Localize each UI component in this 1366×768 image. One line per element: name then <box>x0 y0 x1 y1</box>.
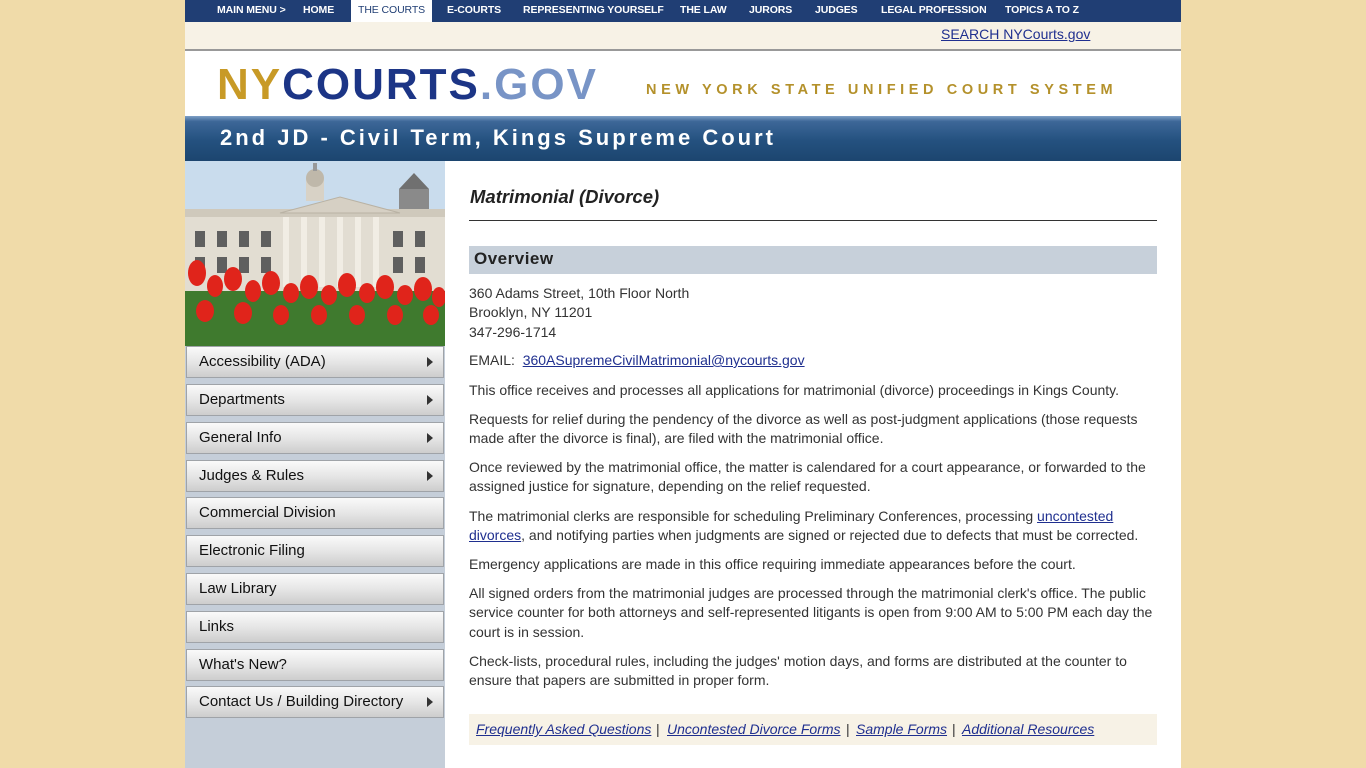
nav-the-law[interactable]: THE LAW <box>680 0 727 22</box>
sidebar-item-label: General Info <box>199 429 282 446</box>
title-divider <box>469 220 1157 221</box>
nav-main-menu[interactable]: MAIN MENU > <box>217 0 286 22</box>
nav-home[interactable]: HOME <box>303 0 334 22</box>
paragraph-4-text-end: , and notifying parties when judgments a… <box>521 527 1139 544</box>
sidebar-item-label: Contact Us / Building Directory <box>199 693 404 710</box>
courthouse-photo <box>185 161 445 346</box>
sidebar-item-label: Accessibility (ADA) <box>199 353 326 370</box>
chevron-right-icon <box>427 433 433 443</box>
sidebar-item-judges-rules[interactable]: Judges & Rules <box>186 460 444 492</box>
sidebar-item-label: Judges & Rules <box>199 467 305 484</box>
sidebar-item-label: What's New? <box>199 656 287 673</box>
paragraph-2: Requests for relief during the pendency … <box>469 411 1138 447</box>
address-block: 360 Adams Street, 10th Floor North Brook… <box>469 284 1157 342</box>
logo-courts: COURTS <box>282 60 480 109</box>
paragraph-6: All signed orders from the matrimonial j… <box>469 585 1153 640</box>
sidebar-item-label: Links <box>199 618 235 635</box>
site-logo[interactable]: NYCOURTS.GOV <box>217 60 598 110</box>
sidebar-item-general-info[interactable]: General Info <box>186 422 444 454</box>
sample-forms-link[interactable]: Sample Forms <box>856 721 947 737</box>
sidebar-item-label: Law Library <box>199 580 277 597</box>
sidebar-item-electronic-filing[interactable]: Electronic Filing <box>186 535 444 567</box>
section-heading: Overview <box>469 246 1157 274</box>
nav-e-courts[interactable]: E-COURTS <box>447 0 501 22</box>
sidebar-item-law-library[interactable]: Law Library <box>186 573 444 605</box>
additional-resources-link[interactable]: Additional Resources <box>962 721 1094 737</box>
logo-gov: .GOV <box>479 60 598 109</box>
faq-link[interactable]: Frequently Asked Questions <box>476 721 651 737</box>
sidebar-item-departments[interactable]: Departments <box>186 384 444 416</box>
site-header: NYCOURTS.GOV NEW YORK STATE UNIFIED COUR… <box>185 51 1181 116</box>
page: MAIN MENU > HOME THE COURTS E-COURTS REP… <box>185 0 1181 768</box>
link-separator: | <box>952 721 956 737</box>
sidebar: Accessibility (ADA) Departments General … <box>185 161 445 768</box>
nav-topics-a-to-z[interactable]: TOPICS A TO Z <box>1005 0 1079 22</box>
address-line-2: Brooklyn, NY 11201 <box>469 304 593 321</box>
sidebar-item-accessibility[interactable]: Accessibility (ADA) <box>186 346 444 378</box>
search-strip: SEARCH NYCourts.gov <box>185 22 1181 51</box>
top-navigation: MAIN MENU > HOME THE COURTS E-COURTS REP… <box>185 0 1181 22</box>
chevron-right-icon <box>427 697 433 707</box>
link-separator: | <box>846 721 850 737</box>
court-banner: 2nd JD - Civil Term, Kings Supreme Court <box>185 116 1181 161</box>
paragraph-3: Once reviewed by the matrimonial office,… <box>469 459 1146 495</box>
sidebar-item-label: Electronic Filing <box>199 542 305 559</box>
email-link[interactable]: 360ASupremeCivilMatrimonial@nycourts.gov <box>523 352 805 368</box>
site-tagline: NEW YORK STATE UNIFIED COURT SYSTEM <box>646 82 1118 98</box>
court-name: 2nd JD - Civil Term, Kings Supreme Court <box>220 125 776 150</box>
uncontested-divorce-forms-link[interactable]: Uncontested Divorce Forms <box>667 721 841 737</box>
paragraph-4-text: The matrimonial clerks are responsible f… <box>469 508 1038 524</box>
chevron-right-icon <box>427 357 433 367</box>
sidebar-item-commercial-division[interactable]: Commercial Division <box>186 497 444 529</box>
paragraph-4: The matrimonial clerks are responsible f… <box>469 507 1157 546</box>
nav-the-courts[interactable]: THE COURTS <box>351 0 433 22</box>
sidebar-item-label: Commercial Division <box>199 504 336 521</box>
address-line-1: 360 Adams Street, 10th Floor North <box>469 285 690 301</box>
chevron-right-icon <box>427 471 433 481</box>
section-heading-text: Overview <box>474 249 554 268</box>
page-title: Matrimonial (Divorce) <box>470 186 660 207</box>
search-link[interactable]: SEARCH NYCourts.gov <box>941 26 1090 42</box>
footer-links: Frequently Asked Questions | Uncontested… <box>469 714 1157 745</box>
chevron-right-icon <box>427 395 433 405</box>
nav-representing-yourself[interactable]: REPRESENTING YOURSELF <box>523 0 664 22</box>
nav-jurors[interactable]: JURORS <box>749 0 792 22</box>
paragraph-7: Check-lists, procedural rules, including… <box>469 653 1127 689</box>
courthouse-image-icon <box>185 161 445 346</box>
link-separator: | <box>656 721 660 737</box>
logo-ny: NY <box>217 60 283 109</box>
email-line: EMAIL: 360ASupremeCivilMatrimonial@nycou… <box>469 351 1157 370</box>
nav-judges[interactable]: JUDGES <box>815 0 858 22</box>
sidebar-item-label: Departments <box>199 391 285 408</box>
paragraph-5: Emergency applications are made in this … <box>469 556 1076 572</box>
sidebar-item-whats-new[interactable]: What's New? <box>186 649 444 681</box>
phone-number: 347-296-1714 <box>469 323 557 340</box>
nav-legal-profession[interactable]: LEGAL PROFESSION <box>881 0 987 22</box>
paragraph-1: This office receives and processes all a… <box>469 382 1120 398</box>
sidebar-item-links[interactable]: Links <box>186 611 444 643</box>
sidebar-item-contact-us[interactable]: Contact Us / Building Directory <box>186 686 444 718</box>
email-label: EMAIL: <box>469 352 515 368</box>
